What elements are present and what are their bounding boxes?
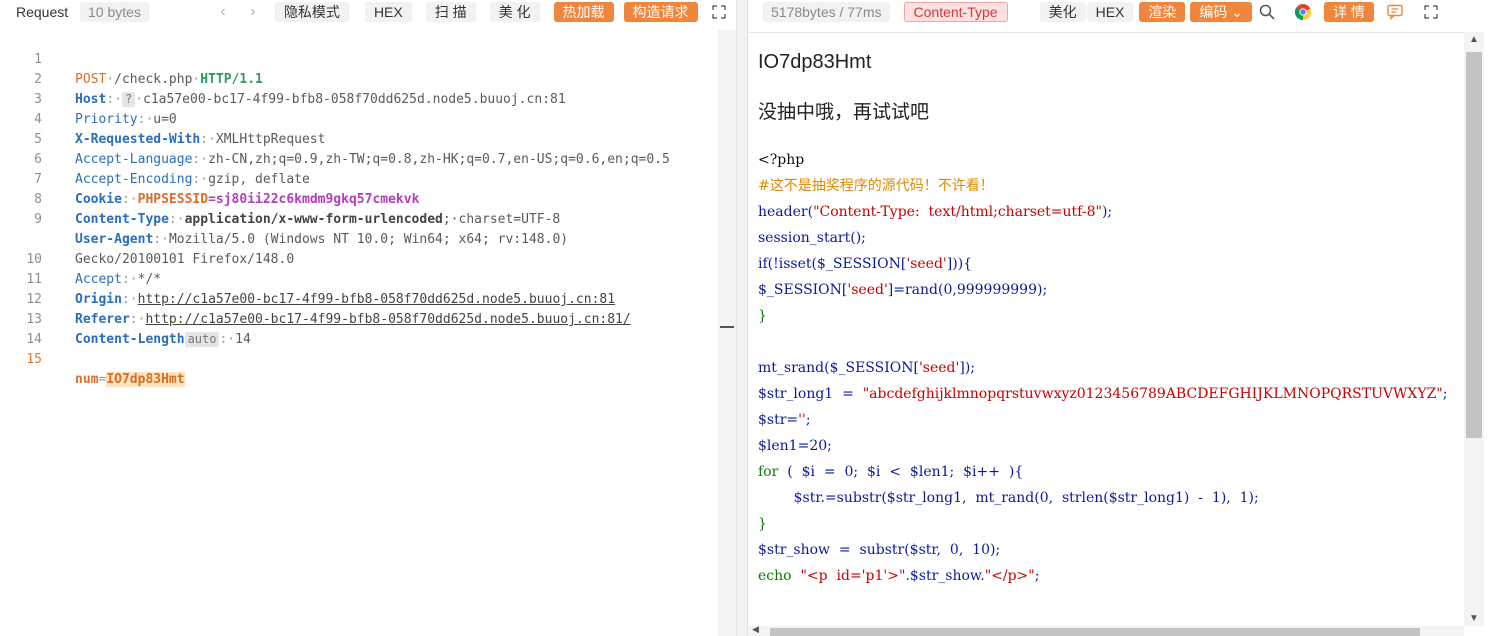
request-line: 1 POST·/check.php·HTTP/1.1 — [0, 30, 718, 87]
scroll-left-icon[interactable]: ◀ — [752, 624, 759, 635]
pane-divider[interactable] — [736, 0, 748, 636]
header-line: 8 Content-Type:·application/x-www-form-u… — [0, 170, 718, 227]
code-line: for ( $i = 0; $i < $len1; $i++ ){ — [758, 464, 1024, 480]
code-line: #这不是抽奖程序的源代码！不许看！ — [758, 173, 1447, 199]
chevron-right-icon[interactable]: › — [245, 3, 261, 21]
header-line: 5 Accept-Language:·zh-CN,zh;q=0.9,zh-TW;… — [0, 110, 718, 167]
blank-line: 14 — [0, 310, 718, 347]
code-line: $str_long1 = "abcdefghijklmnopqrstuvwxyz… — [758, 386, 1448, 402]
render-button[interactable]: 渲染 — [1139, 1, 1186, 22]
code-line: } — [758, 516, 767, 532]
header-line: 3 Priority:·u=0 — [0, 70, 718, 127]
line-number: 15 — [26, 352, 42, 367]
body-param-value: IO7dp83Hmt — [106, 372, 185, 387]
header-line: 10 Accept:·*/* — [0, 230, 718, 287]
code-line: header("Content-Type: text/html;charset=… — [758, 204, 1113, 220]
response-render-view[interactable]: IO7dp83Hmt 没抽中哦，再试试吧 <?php #这不是抽奖程序的源代码！… — [748, 32, 1464, 627]
php-source-code: <?php #这不是抽奖程序的源代码！不许看！ header("Content-… — [758, 147, 1447, 589]
header-line: 6 Accept-Encoding:·gzip, deflate — [0, 130, 718, 187]
request-size-badge: 10 bytes — [80, 1, 149, 22]
code-line: $len1=20; — [758, 438, 832, 454]
header-line: 7 Cookie:·PHPSESSID=sj80ii22c6kmdm9gkq57… — [0, 150, 718, 207]
split-handle[interactable] — [720, 326, 734, 328]
request-beautify-button[interactable]: 美 化 — [489, 1, 540, 22]
response-vertical-scrollbar[interactable]: ▲ ▼ — [1464, 32, 1484, 626]
response-hex-button[interactable]: HEX — [1086, 1, 1134, 22]
line-number: 9 — [34, 212, 42, 227]
construct-request-button[interactable]: 构造请求 — [623, 1, 698, 22]
content-type-button[interactable]: Content-Type — [903, 1, 1008, 22]
response-pane: 5178bytes / 77ms Content-Type 美化 HEX 渲染 … — [748, 0, 1500, 636]
scroll-thumb[interactable] — [1466, 52, 1482, 438]
code-line: } — [758, 308, 767, 324]
request-toolbar: Request 10 bytes ‹ › 隐私模式 HEX 扫 描 美 化 热加… — [0, 0, 736, 23]
encode-dropdown[interactable]: 编码 ⌄ — [1190, 1, 1252, 22]
code-line: session_start(); — [758, 230, 866, 246]
scan-button[interactable]: 扫 描 — [425, 1, 476, 22]
code-line: <?php — [758, 152, 805, 168]
comment-icon[interactable] — [1384, 2, 1406, 22]
body-line: 15 num=IO7dp83Hmt — [0, 330, 718, 387]
detail-button[interactable]: 详 情 — [1324, 1, 1374, 22]
privacy-mode-button[interactable]: 隐私模式 — [274, 1, 349, 22]
code-line: $_SESSION['seed']=rand(0,999999999); — [758, 282, 1048, 298]
search-icon[interactable] — [1256, 2, 1278, 22]
response-horizontal-scrollbar[interactable]: ◀ — [748, 624, 1464, 636]
code-line: echo "<p id='p1'>".$str_show."</p>"; — [758, 568, 1040, 584]
request-hex-button[interactable]: HEX — [364, 1, 412, 22]
code-line: $str.=substr($str_long1, mt_rand(0, strl… — [758, 490, 1259, 506]
code-line: $str_show = substr($str, 0, 10); — [758, 542, 1001, 558]
request-title: Request — [16, 3, 69, 20]
request-pane: Request 10 bytes ‹ › 隐私模式 HEX 扫 描 美 化 热加… — [0, 0, 736, 636]
code-line: if(!isset($_SESSION['seed'])){ — [758, 256, 973, 272]
hotload-button[interactable]: 热加载 — [553, 1, 614, 22]
chevron-down-icon: ⌄ — [1231, 3, 1243, 20]
request-editor[interactable]: 1 POST·/check.php·HTTP/1.1 2 Host:·? ·c1a… — [0, 30, 718, 387]
body-param-name: num — [75, 372, 99, 387]
expand-icon[interactable] — [1420, 2, 1442, 22]
header-line: 11 Origin:·http://c1a57e00-bc17-4f99-bfb… — [0, 250, 718, 307]
scroll-down-icon[interactable]: ▼ — [1464, 613, 1484, 624]
response-stats-badge: 5178bytes / 77ms — [763, 1, 890, 22]
code-line: mt_srand($_SESSION['seed']); — [758, 360, 976, 376]
response-heading: IO7dp83Hmt — [758, 51, 872, 73]
code-comment: #这不是抽奖程序的源代码！不许看！ — [758, 178, 994, 194]
scroll-thumb[interactable] — [770, 628, 1420, 636]
header-line: 13 Content-Length auto:·14 — [0, 290, 718, 347]
header-line: 12 Referer:·http://c1a57e00-bc17-4f99-bf… — [0, 270, 718, 327]
chevron-left-icon[interactable]: ‹ — [215, 3, 231, 21]
header-line: 9 User-Agent:·Mozilla/5.0 (Windows NT 10… — [0, 190, 718, 267]
header-line: 2 Host:·? ·c1a57e00-bc17-4f99-bfb8-058f70… — [0, 50, 718, 107]
expand-icon[interactable] — [708, 2, 730, 22]
response-beautify-button[interactable]: 美化 — [1039, 1, 1086, 22]
response-message: 没抽中哦，再试试吧 — [758, 102, 930, 123]
request-scrollbar[interactable] — [718, 30, 736, 636]
chrome-icon[interactable] — [1292, 2, 1314, 22]
encode-label: 编码 — [1199, 3, 1228, 20]
response-toolbar: 5178bytes / 77ms Content-Type 美化 HEX 渲染 … — [748, 0, 1500, 23]
scroll-up-icon[interactable]: ▲ — [1464, 34, 1484, 45]
code-line: $str=''; — [758, 412, 811, 428]
header-line: 4 X-Requested-With:·XMLHttpRequest — [0, 90, 718, 147]
